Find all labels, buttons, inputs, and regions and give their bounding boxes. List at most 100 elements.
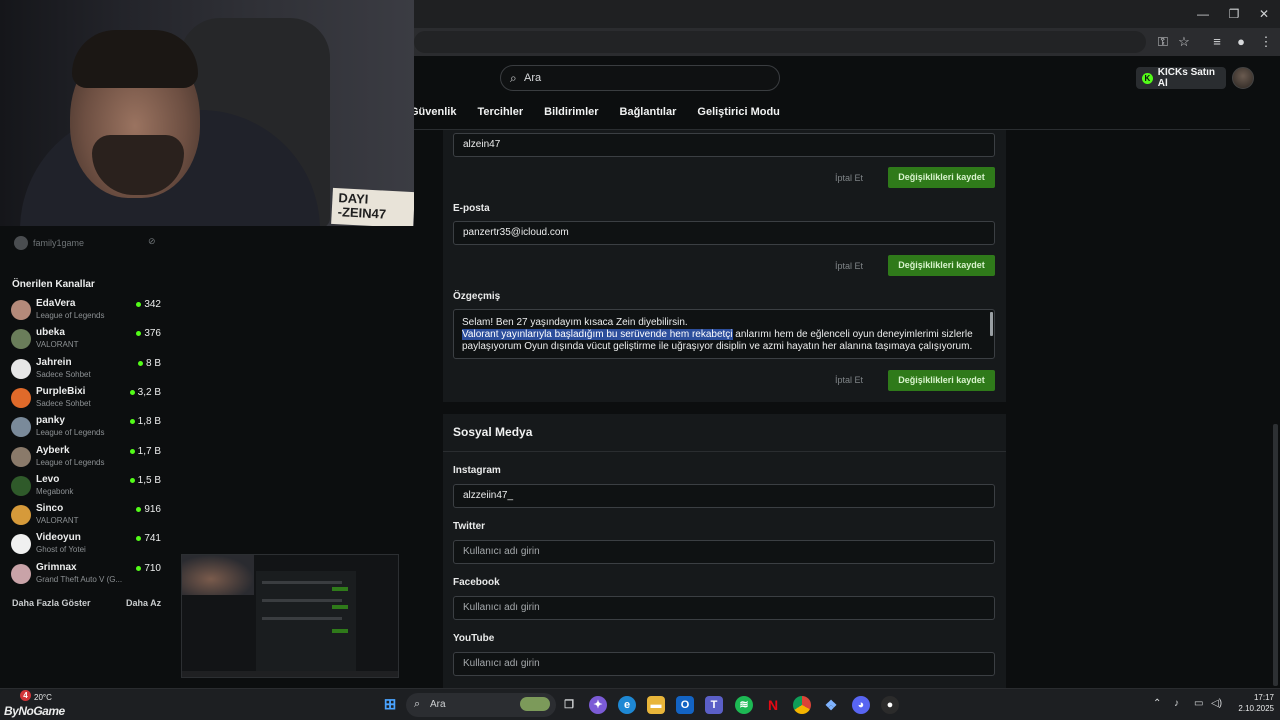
webcam-hair (72, 30, 198, 88)
minimize-button[interactable]: — (1195, 6, 1211, 22)
email-field[interactable]: panzertr35@icloud.com (453, 221, 995, 245)
window-preview-thumbnail[interactable] (181, 554, 399, 678)
task-view-icon[interactable]: ❐ (560, 696, 578, 714)
file-explorer-icon[interactable]: ▬ (647, 696, 665, 714)
kicks-buy-button[interactable]: K KICKs Satın Al (1136, 67, 1226, 89)
facebook-field[interactable]: Kullanıcı adı girin (453, 596, 995, 620)
channel-name: Videoyun (36, 532, 81, 544)
channel-game: Sadece Sohbet (36, 398, 91, 408)
windows-start-icon[interactable]: ⊞ (381, 696, 399, 714)
weather-badge: 4 (20, 690, 31, 701)
facebook-label: Facebook (453, 577, 500, 588)
weather-temp[interactable]: 20°C (34, 693, 52, 702)
username-field[interactable]: alzein47 (453, 133, 995, 157)
channel-item[interactable]: Levo Megabonk 1,5 B (11, 473, 161, 499)
outlook-icon[interactable]: O (676, 696, 694, 714)
reading-list-icon[interactable]: ≡ (1209, 34, 1225, 50)
search-placeholder: Ara (524, 72, 542, 84)
taskbar (0, 688, 1280, 720)
discord-icon[interactable]: ◕ (852, 696, 870, 714)
password-key-icon[interactable]: ⚿ (1155, 34, 1171, 50)
show-less-button[interactable]: Daha Az (126, 598, 161, 608)
channel-name: panky (36, 415, 65, 427)
search-icon: ⌕ (510, 71, 517, 85)
viewer-count: 8 B (137, 358, 161, 369)
preview-save (332, 629, 348, 633)
bio-scrollbar[interactable] (990, 312, 993, 336)
viewer-count: 3,2 B (129, 387, 161, 398)
search-input[interactable]: ⌕ Ara (500, 65, 780, 91)
channel-item[interactable]: Ayberk League of Legends 1,7 B (11, 444, 161, 470)
display-icon[interactable]: ▭ (1194, 698, 1203, 709)
cancel-button[interactable]: İptal Et (835, 173, 863, 183)
spotify-icon[interactable]: ≋ (735, 696, 753, 714)
widgets-icon[interactable] (520, 697, 550, 711)
volume-icon[interactable]: ◁) (1211, 698, 1222, 709)
channel-item[interactable]: panky League of Legends 1,8 B (11, 414, 161, 440)
viewer-count-value: 342 (144, 299, 161, 310)
kicks-label: KICKs Satın Al (1157, 67, 1216, 89)
tab-preferences[interactable]: Tercihler (477, 106, 523, 122)
channel-item[interactable]: EdaVera League of Legends 342 (11, 297, 161, 323)
viewer-count-value: 376 (144, 328, 161, 340)
page-scrollbar[interactable] (1273, 424, 1278, 686)
save-button[interactable]: Değişiklikleri kaydet (888, 370, 995, 391)
channel-item[interactable]: ubeka VALORANT 376 (11, 326, 161, 352)
system-clock[interactable]: 17:17 2.10.2025 (1232, 692, 1274, 714)
address-bar[interactable] (414, 31, 1146, 53)
copilot-icon[interactable]: ✦ (589, 696, 607, 714)
teams-icon[interactable]: T (705, 696, 723, 714)
twitter-field[interactable]: Kullanıcı adı girin (453, 540, 995, 564)
channel-item[interactable]: Sinco VALORANT 916 (11, 502, 161, 528)
bio-line: Selam! Ben 27 yaşındayım kısaca Zein diy… (462, 317, 688, 328)
channel-name: Jahrein (36, 356, 72, 368)
live-dot-icon (129, 477, 135, 483)
bookmark-star-icon[interactable]: ☆ (1176, 34, 1192, 50)
network-app-icon[interactable]: ❖ (822, 696, 840, 714)
channel-game: Ghost of Yotei (36, 545, 86, 555)
webcam-sign: DAYI -ZEIN47 (331, 187, 414, 226)
chrome-icon[interactable] (793, 696, 811, 714)
instagram-field[interactable]: alzzeiin47_ (453, 484, 995, 508)
channel-name: Ayberk (36, 444, 70, 456)
channel-name: ubeka (36, 327, 65, 339)
tab-security[interactable]: Güvenlik (410, 106, 456, 122)
avatar (11, 417, 31, 438)
live-dot-icon (137, 360, 143, 366)
profile-icon[interactable]: ● (1233, 34, 1249, 50)
channel-item[interactable]: Videoyun Ghost of Yotei 741 (11, 531, 161, 557)
channel-item[interactable]: PurpleBixi Sadece Sohbet 3,2 B (11, 385, 161, 411)
live-dot-icon (136, 507, 142, 513)
search-icon: ⌕ (414, 698, 421, 710)
tray-chevron-icon[interactable]: ⌃ (1153, 698, 1161, 709)
user-avatar[interactable] (1232, 67, 1254, 89)
tab-notifications[interactable]: Bildirimler (544, 106, 598, 122)
menu-dots-icon[interactable]: ⋮ (1258, 34, 1274, 50)
restore-button[interactable]: ❐ (1226, 6, 1242, 22)
social-title: Sosyal Medya (453, 425, 533, 439)
app-icon[interactable]: ● (881, 696, 899, 714)
netflix-icon[interactable]: N (764, 696, 782, 714)
viewer-count-value: 1,5 B (137, 474, 161, 486)
bio-line: Valorant yayınlarıyla başladığım bu serü… (462, 329, 986, 353)
microphone-icon[interactable]: ♪ (1174, 698, 1179, 709)
edge-icon[interactable]: e (618, 696, 636, 714)
close-button[interactable]: ✕ (1256, 6, 1272, 22)
tab-developer-mode[interactable]: Geliştirici Modu (697, 106, 780, 122)
channel-game: Sadece Sohbet (36, 369, 91, 379)
recommended-title: Önerilen Kanallar (12, 279, 95, 290)
save-button[interactable]: Değişiklikleri kaydet (888, 255, 995, 276)
channel-name: Levo (36, 473, 60, 485)
viewer-count: 916 (136, 504, 161, 515)
tab-connections[interactable]: Bağlantılar (620, 106, 677, 122)
save-button[interactable]: Değişiklikleri kaydet (888, 167, 995, 188)
cancel-button[interactable]: İptal Et (835, 375, 863, 385)
channel-item[interactable]: Grimnax Grand Theft Auto V (G... 710 (11, 561, 161, 587)
followed-channel[interactable]: family1game (14, 236, 84, 250)
channel-item[interactable]: Jahrein Sadece Sohbet 8 B (11, 356, 161, 382)
bio-textarea[interactable]: Selam! Ben 27 yaşındayım kısaca Zein diy… (453, 309, 995, 359)
live-dot-icon (136, 331, 142, 337)
youtube-field[interactable]: Kullanıcı adı girin (453, 652, 995, 676)
show-more-button[interactable]: Daha Fazla Göster (12, 598, 91, 608)
cancel-button[interactable]: İptal Et (835, 261, 863, 271)
